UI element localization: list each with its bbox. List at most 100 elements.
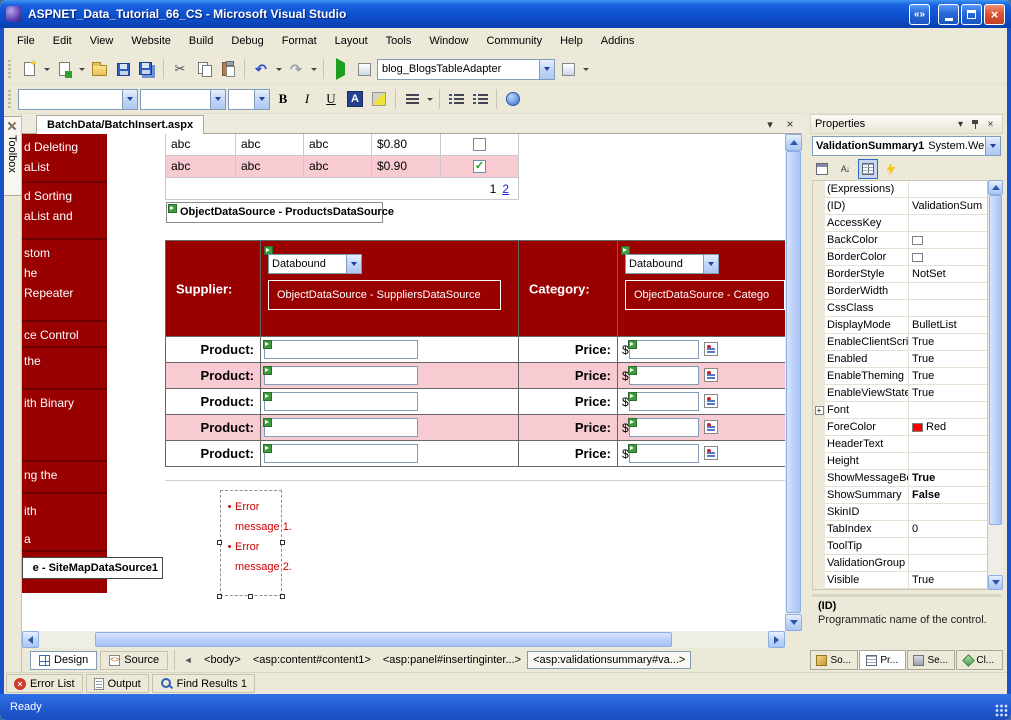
price-textbox[interactable] (629, 366, 699, 385)
hyperlink-button[interactable] (502, 88, 524, 110)
product-textbox[interactable] (264, 392, 418, 411)
properties-panel-titlebar[interactable]: Properties ▾ × (810, 114, 1003, 134)
design-vertical-scrollbar[interactable] (785, 134, 802, 631)
property-row[interactable]: BackColor (813, 232, 987, 249)
resize-handle[interactable] (217, 594, 222, 599)
alphabetical-button[interactable] (835, 159, 855, 179)
pager-page-link[interactable]: 2 (502, 182, 509, 196)
property-row[interactable]: HeaderText (813, 436, 987, 453)
align-button[interactable] (401, 88, 423, 110)
master-nav-item[interactable]: ith a (22, 494, 107, 552)
redo-dropdown-icon[interactable] (309, 58, 318, 80)
property-row[interactable]: DisplayMode BulletList (813, 317, 987, 334)
row-checkbox[interactable] (473, 138, 486, 151)
pin-icon[interactable] (968, 117, 983, 132)
price-textbox[interactable] (629, 340, 699, 359)
property-row[interactable]: (Expressions) (813, 181, 987, 198)
save-all-button[interactable] (136, 58, 158, 80)
cut-button[interactable] (169, 58, 191, 80)
resize-handle[interactable] (280, 594, 285, 599)
active-files-menu-icon[interactable]: ▾ (762, 116, 778, 132)
properties-scrollbar[interactable] (988, 180, 1003, 590)
scroll-left-icon[interactable] (22, 631, 39, 648)
scrollbar-thumb[interactable] (786, 151, 801, 613)
bottom-tab[interactable]: Find Results 1 (151, 674, 255, 693)
menu-layout[interactable]: Layout (326, 31, 377, 51)
property-row[interactable]: BorderColor (813, 249, 987, 266)
property-row[interactable]: ShowSummary False (813, 487, 987, 504)
menu-build[interactable]: Build (180, 31, 222, 51)
menu-addins[interactable]: Addins (592, 31, 644, 51)
property-row[interactable]: Enabled True (813, 351, 987, 368)
menu-website[interactable]: Website (122, 31, 180, 51)
scroll-up-icon[interactable] (785, 134, 802, 151)
property-row[interactable]: ShowMessageBo True (813, 470, 987, 487)
property-row[interactable]: ValidationGroup (813, 555, 987, 572)
master-nav-item[interactable]: d Deleting aList (22, 134, 107, 183)
resize-handle[interactable] (248, 594, 253, 599)
tool-window-tab[interactable]: So... (810, 650, 858, 670)
close-button[interactable]: × (984, 3, 1005, 25)
menu-help[interactable]: Help (551, 31, 592, 51)
master-nav-item[interactable]: the (22, 348, 107, 390)
new-project-dropdown-icon[interactable] (42, 58, 51, 80)
price-textbox[interactable] (629, 392, 699, 411)
menu-view[interactable]: View (81, 31, 123, 51)
object-selector-combo[interactable]: ValidationSummary1 System.We (812, 136, 1001, 156)
undo-button[interactable] (250, 58, 272, 80)
tag-breadcrumb-1[interactable]: <asp:content#content1> (247, 651, 377, 669)
panel-close-icon[interactable]: × (983, 117, 998, 132)
redo-button[interactable] (285, 58, 307, 80)
property-row[interactable]: BorderStyle NotSet (813, 266, 987, 283)
combo-dropdown-icon[interactable] (254, 89, 269, 109)
menu-format[interactable]: Format (273, 31, 326, 51)
property-row[interactable]: ForeColor Red (813, 419, 987, 436)
property-row[interactable]: SkinID (813, 504, 987, 521)
menu-file[interactable]: File (8, 31, 44, 51)
scroll-up-icon[interactable] (988, 180, 1003, 195)
property-row[interactable]: ToolTip (813, 538, 987, 555)
property-row[interactable]: Visible True (813, 572, 987, 589)
property-row[interactable]: + Font (813, 402, 987, 419)
price-textbox[interactable] (629, 418, 699, 437)
property-row[interactable]: EnableViewState True (813, 385, 987, 402)
maximize-button[interactable] (961, 3, 982, 25)
tag-breadcrumb-0[interactable]: <body> (198, 651, 247, 669)
master-nav-item[interactable]: ng the (22, 462, 107, 494)
properties-view-button[interactable] (858, 159, 878, 179)
resize-handle[interactable] (217, 540, 222, 545)
combo-dropdown-icon[interactable] (985, 137, 1000, 155)
property-row[interactable]: Height (813, 453, 987, 470)
toolbar-grip[interactable] (8, 60, 11, 78)
sitemap-datasource-box[interactable]: e - SiteMapDataSource1 (22, 557, 163, 579)
start-debug-button[interactable] (329, 58, 351, 80)
bold-button[interactable]: B (272, 88, 294, 110)
bottom-tab[interactable]: Output (85, 674, 149, 693)
open-file-button[interactable] (88, 58, 110, 80)
property-row[interactable]: BorderWidth (813, 283, 987, 300)
highlight-button[interactable] (368, 88, 390, 110)
validation-summary-control[interactable]: • Error message 1. • Error message 2. (217, 490, 292, 599)
tag-breadcrumb-2[interactable]: <asp:panel#insertinginter...> (377, 651, 527, 669)
menu-community[interactable]: Community (477, 31, 551, 51)
property-row[interactable]: TabIndex 0 (813, 521, 987, 538)
property-row[interactable]: (ID) ValidationSum (813, 198, 987, 215)
product-textbox[interactable] (264, 418, 418, 437)
add-item-dropdown-icon[interactable] (77, 58, 86, 80)
price-textbox[interactable] (629, 444, 699, 463)
toolbar-overflow-icon[interactable] (581, 58, 590, 80)
combo-dropdown-icon[interactable] (122, 89, 137, 109)
font-combo[interactable] (140, 88, 226, 110)
combo-dropdown-icon[interactable] (539, 59, 554, 79)
dropdown-arrow-icon[interactable] (346, 255, 361, 273)
master-nav-item[interactable]: d Sorting aList and (22, 183, 107, 240)
products-datasource-box[interactable]: ObjectDataSource - ProductsDataSource (166, 202, 394, 223)
tool-window-tab[interactable]: Cl... (955, 650, 1003, 670)
align-dropdown-icon[interactable] (425, 88, 434, 110)
underline-button[interactable]: U (320, 88, 342, 110)
property-row[interactable]: CssClass (813, 300, 987, 317)
document-close-icon[interactable]: × (782, 116, 798, 132)
product-textbox[interactable] (264, 444, 418, 463)
source-view-button[interactable]: Source (100, 650, 169, 670)
add-item-button[interactable] (53, 58, 75, 80)
